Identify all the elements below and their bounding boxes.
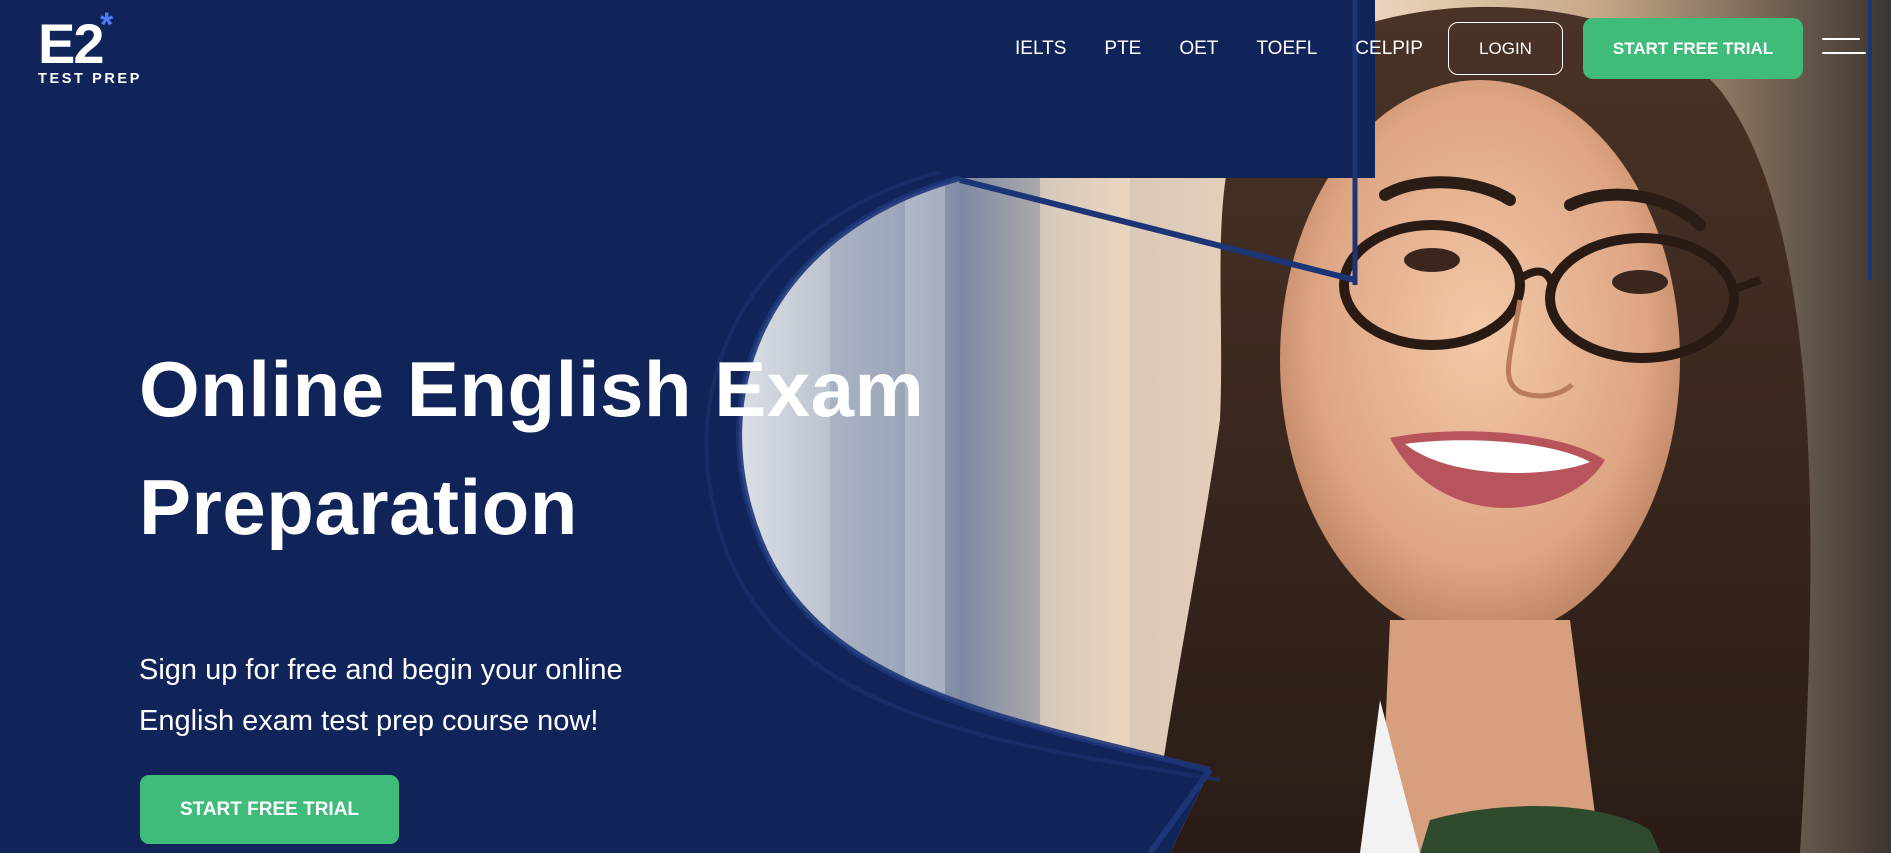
nav-link-pte[interactable]: PTE [1104, 38, 1141, 60]
hero-subtitle: Sign up for free and begin your online E… [139, 645, 699, 747]
logo-mark: E2 [38, 12, 104, 75]
hamburger-menu-icon[interactable] [1822, 38, 1866, 60]
hero-subtitle-line-1: Sign up for free and begin your online [139, 654, 623, 686]
logo[interactable]: E2 * TEST PREP [38, 8, 148, 90]
nav-link-oet[interactable]: OET [1179, 38, 1218, 60]
logo-subtitle: TEST PREP [38, 71, 142, 87]
logo-star-icon: * [100, 6, 114, 44]
hero-title: Online English Exam Preparation [139, 330, 999, 566]
main-nav: IELTS PTE OET TOEFL CELPIP [1015, 38, 1423, 60]
nav-link-celpip[interactable]: CELPIP [1355, 38, 1423, 60]
start-free-trial-hero-button[interactable]: START FREE TRIAL [140, 775, 399, 844]
login-button[interactable]: LOGIN [1448, 22, 1563, 75]
nav-link-toefl[interactable]: TOEFL [1256, 38, 1317, 60]
nav-link-ielts[interactable]: IELTS [1015, 38, 1066, 60]
hero-title-line-1: Online English Exam [139, 345, 925, 433]
hero-subtitle-line-2: English exam test prep course now! [139, 705, 599, 737]
start-free-trial-header-button[interactable]: START FREE TRIAL [1583, 18, 1803, 79]
hero-title-line-2: Preparation [139, 463, 578, 551]
